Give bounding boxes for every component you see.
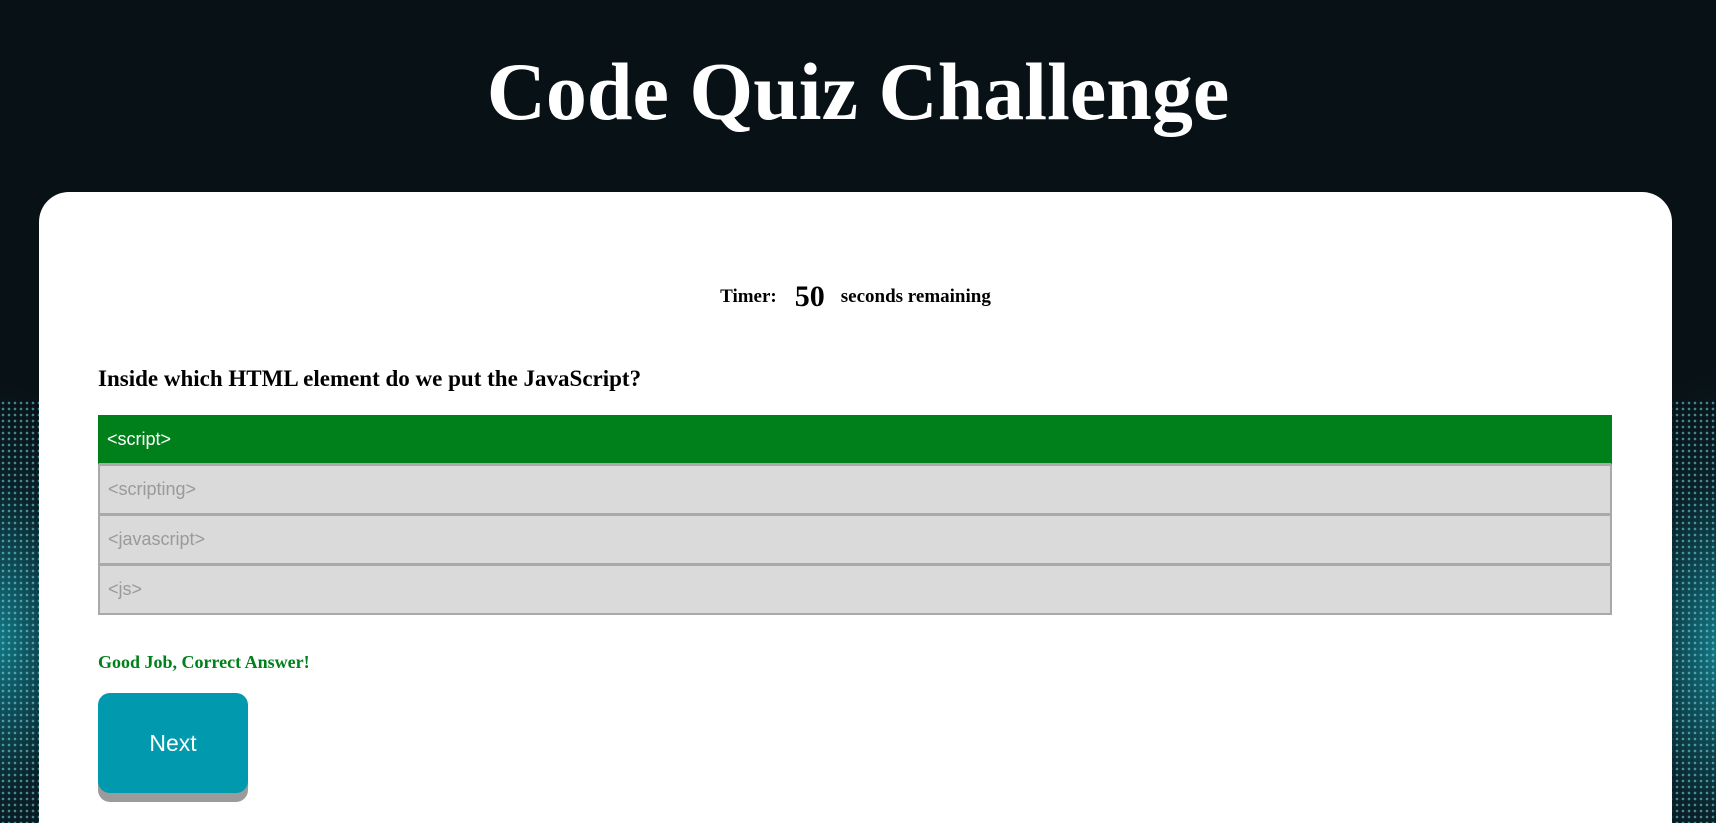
- timer-value: 50: [794, 280, 825, 313]
- page-title: Code Quiz Challenge: [486, 46, 1230, 137]
- answer-option-script[interactable]: <script>: [98, 415, 1612, 465]
- timer-suffix: seconds remaining: [840, 286, 991, 307]
- answer-option-javascript[interactable]: <javascript>: [98, 515, 1612, 565]
- answer-list: <script> <scripting> <javascript> <js>: [98, 415, 1612, 615]
- feedback-message: Good Job, Correct Answer!: [98, 652, 310, 672]
- question-text: Inside which HTML element do we put the …: [98, 366, 642, 391]
- answer-option-js[interactable]: <js>: [98, 565, 1612, 615]
- timer-label: Timer:: [720, 286, 777, 307]
- next-button[interactable]: Next: [98, 693, 248, 793]
- answer-option-scripting[interactable]: <scripting>: [98, 465, 1612, 515]
- quiz-card: Timer: 50 seconds remaining Inside which…: [39, 192, 1672, 823]
- timer: Timer: 50 seconds remaining: [39, 280, 1672, 314]
